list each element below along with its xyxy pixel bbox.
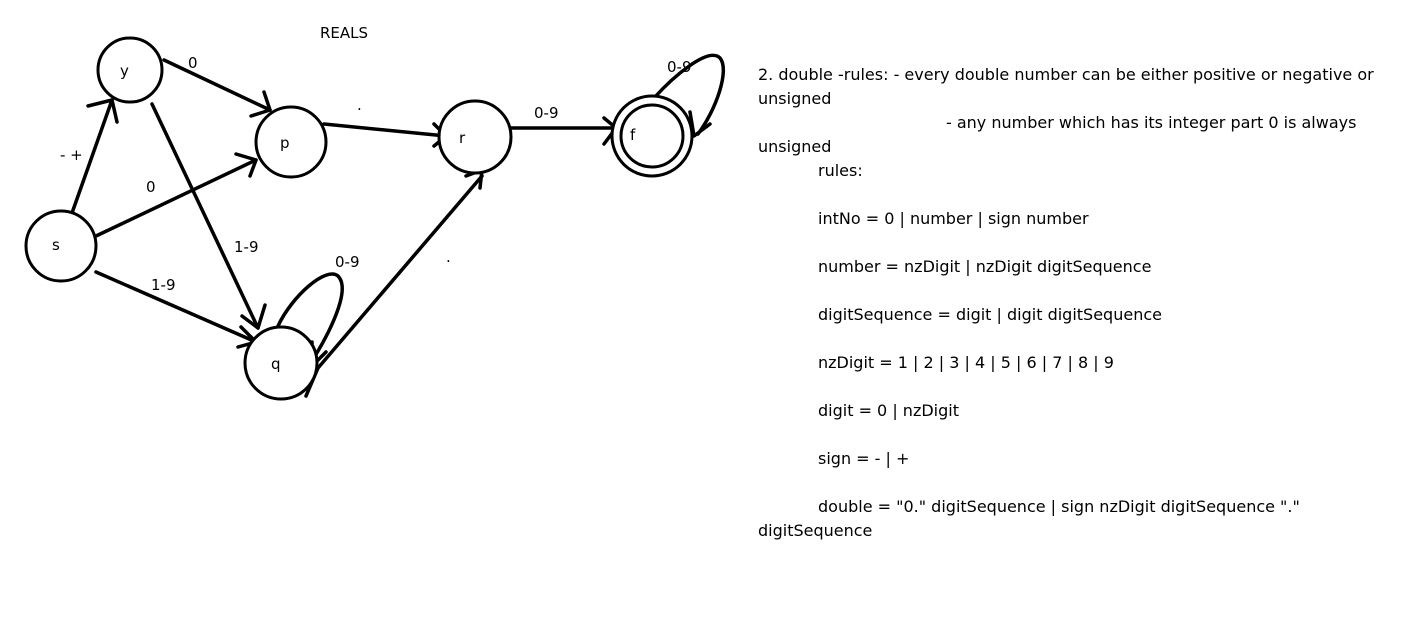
rule-nzDigit: nzDigit = 1 | 2 | 3 | 4 | 5 | 6 | 7 | 8 …	[818, 353, 1114, 372]
edge-s-y-arrowhead	[86, 98, 119, 124]
edge-label-y-p: 0	[188, 54, 198, 72]
state-label-y: y	[120, 62, 129, 80]
state-label-q: q	[271, 355, 281, 373]
edge-label-f-loop: 0-9	[667, 58, 692, 76]
state-s	[24, 209, 98, 283]
state-label-p: p	[280, 134, 290, 152]
state-y	[96, 36, 164, 104]
edge-label-q-loop: 0-9	[335, 253, 360, 271]
state-label-f: f	[630, 126, 636, 144]
edge-label-r-f: 0-9	[534, 104, 559, 122]
edge-label-s-p: 0	[146, 178, 156, 196]
edge-q-r	[304, 174, 484, 398]
rules-label: rules:	[818, 161, 863, 180]
rules-intro-line: 2. double -rules: - every double number …	[758, 65, 1374, 108]
edge-y-q	[150, 102, 260, 330]
state-p	[254, 105, 328, 179]
dfa-diagram: REALS y p s q r f - + 0 0 1-9 1-9 0-9 . …	[24, 24, 726, 401]
diagram-title: REALS	[320, 24, 368, 42]
edge-label-s-q: 1-9	[151, 276, 176, 294]
edge-label-p-r: .	[357, 96, 362, 114]
edge-y-p	[162, 58, 272, 112]
rule-sign: sign = - | +	[818, 449, 910, 468]
state-label-r: r	[459, 129, 466, 147]
rule-intNo: intNo = 0 | number | sign number	[818, 209, 1089, 228]
edge-label-s-y: - +	[60, 146, 83, 164]
rules-second-line: - any number which has its integer part …	[758, 111, 1398, 159]
state-q	[243, 325, 319, 401]
rules-second-line-text: - any number which has its integer part …	[758, 113, 1357, 156]
state-label-s: s	[52, 236, 60, 254]
edge-p-r	[322, 122, 448, 138]
rule-number: number = nzDigit | nzDigit digitSequence	[818, 257, 1152, 276]
edge-label-y-q: 1-9	[234, 238, 259, 256]
edge-label-q-r: .	[446, 248, 451, 266]
edge-s-q	[94, 270, 258, 344]
rule-double: double = "0." digitSequence | sign nzDig…	[758, 497, 1300, 540]
edge-s-p	[94, 158, 258, 238]
rules-text-block: 2. double -rules: - every double number …	[758, 63, 1398, 543]
state-r	[437, 99, 513, 175]
rule-digitSequence: digitSequence = digit | digit digitSeque…	[818, 305, 1162, 324]
rule-digit: digit = 0 | nzDigit	[818, 401, 959, 420]
